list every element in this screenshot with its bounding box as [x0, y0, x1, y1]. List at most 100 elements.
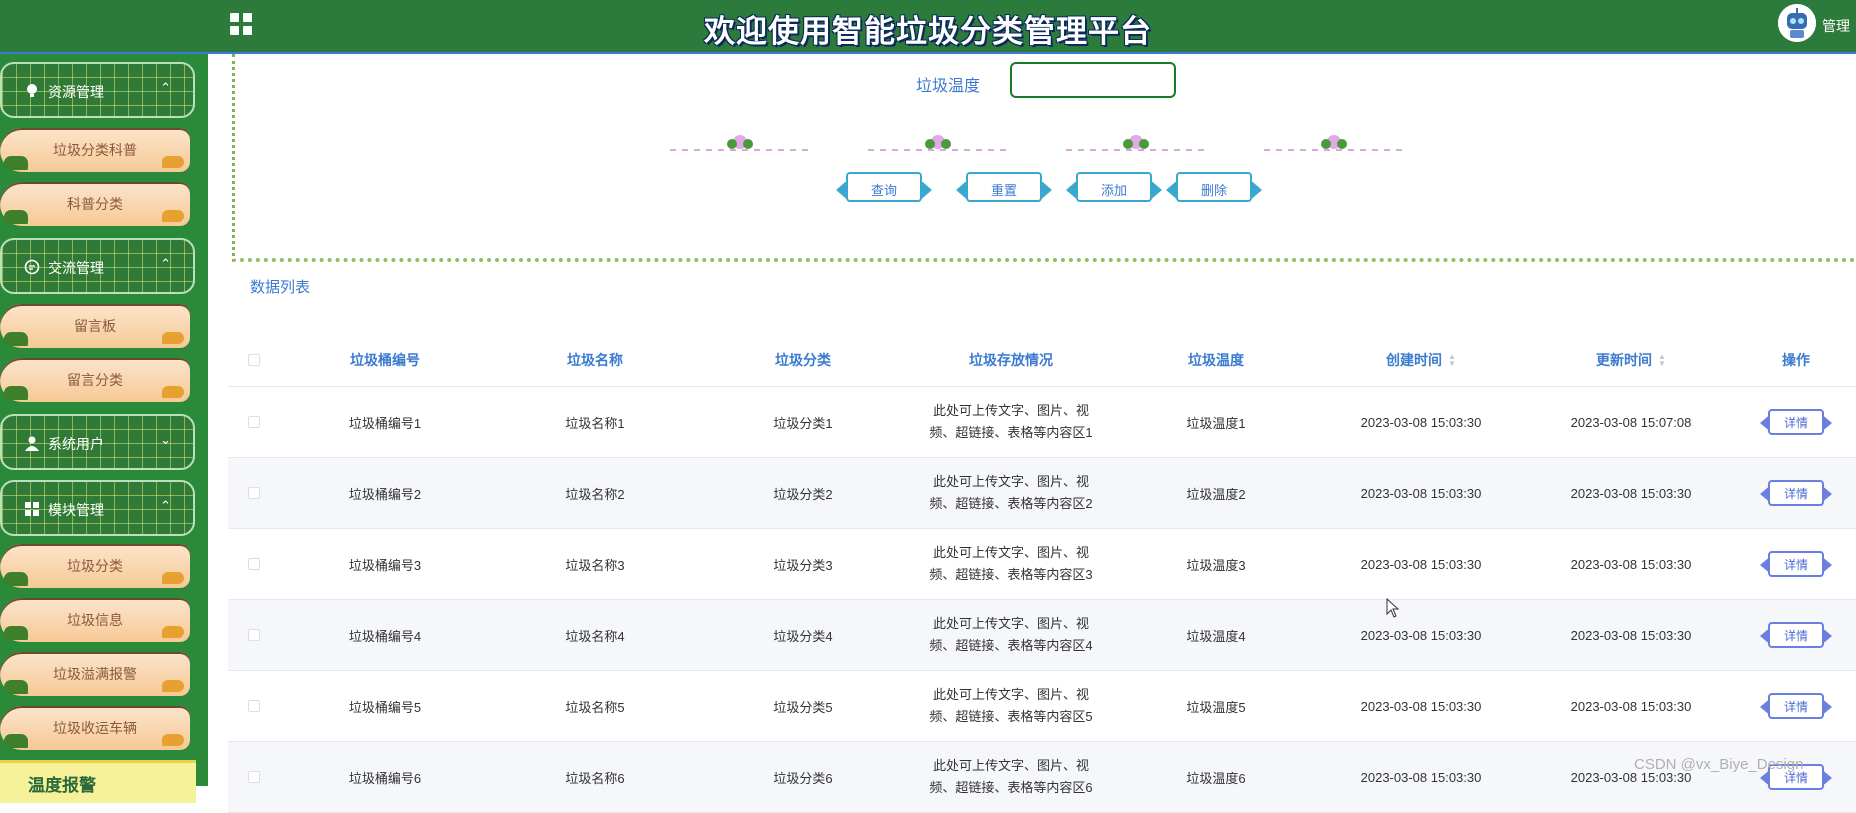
add-button[interactable]: 添加	[1066, 170, 1162, 206]
cell-temperature: 垃圾温度2	[1186, 486, 1246, 502]
sidebar-item-temperature-alarm[interactable]: 温度报警	[0, 760, 196, 803]
table-header-row: 垃圾桶编号 垃圾名称 垃圾分类 垃圾存放情况 垃圾温度 创建时间 ▲ ▼ 更新时间 ▲…	[228, 334, 1856, 387]
sidebar-item[interactable]: 留言板	[0, 304, 190, 348]
cell-updated: 2023-03-08 15:03:30	[1570, 485, 1692, 501]
user-icon	[24, 435, 40, 451]
sidebar-item[interactable]: 垃圾分类科普	[0, 128, 190, 172]
sidebar-item[interactable]: 垃圾收运车辆	[0, 706, 190, 750]
cell-temperature: 垃圾温度6	[1186, 770, 1246, 786]
cell-storage: 此处可上传文字、图片、视频、超链接、表格等内容区3	[929, 545, 1093, 582]
table-row: 垃圾桶编号3 垃圾名称3 垃圾分类3 此处可上传文字、图片、视频、超链接、表格等内容区…	[228, 529, 1856, 600]
sidebar-item[interactable]: 垃圾分类	[0, 544, 190, 588]
table-row: 垃圾桶编号5 垃圾名称5 垃圾分类5 此处可上传文字、图片、视频、超链接、表格等内容区…	[228, 671, 1856, 742]
cell-category: 垃圾分类2	[773, 486, 833, 502]
sidebar-item-label: 垃圾收运车辆	[53, 720, 137, 736]
delete-button-label: 删除	[1200, 183, 1227, 198]
cell-bin-id: 垃圾桶编号6	[348, 770, 422, 786]
data-list-title: 数据列表	[250, 279, 311, 296]
row-checkbox[interactable]	[248, 487, 260, 499]
detail-button[interactable]: 详情	[1760, 620, 1832, 650]
cell-name: 垃圾名称1	[565, 415, 625, 431]
page-title: 欢迎使用智能垃圾分类管理平台	[704, 14, 1152, 49]
sort-caret-icon[interactable]: ▲ ▼	[1658, 353, 1666, 368]
chevron-up-icon[interactable]: ⌄	[160, 432, 171, 448]
cell-category: 垃圾分类6	[773, 770, 833, 786]
user-name[interactable]: 管理	[1822, 16, 1850, 36]
row-checkbox[interactable]	[248, 771, 260, 783]
sidebar-item[interactable]: 垃圾信息	[0, 598, 190, 642]
column-header-category: 垃圾分类	[775, 352, 831, 368]
table-row: 垃圾桶编号6 垃圾名称6 垃圾分类6 此处可上传文字、图片、视频、超链接、表格等内容区…	[228, 742, 1856, 813]
column-header-storage: 垃圾存放情况	[969, 352, 1053, 368]
sidebar-group-label: 模块管理	[48, 502, 104, 518]
reset-button[interactable]: 重置	[956, 170, 1052, 206]
sidebar-item[interactable]: 留言分类	[0, 358, 190, 402]
column-header-temperature: 垃圾温度	[1188, 352, 1244, 368]
sort-caret-icon[interactable]: ▲ ▼	[1448, 353, 1456, 368]
sidebar-group[interactable]: 交流管理 ⌃	[0, 238, 195, 294]
sidebar-item-label: 垃圾溢满报警	[53, 666, 137, 682]
cell-created: 2023-03-08 15:03:30	[1360, 698, 1482, 714]
lightbulb-icon	[24, 83, 40, 99]
column-header-name: 垃圾名称	[567, 352, 623, 368]
sidebar-item[interactable]: 科普分类	[0, 182, 190, 226]
chevron-up-icon[interactable]: ⌃	[160, 498, 171, 514]
cell-updated: 2023-03-08 15:03:30	[1570, 698, 1692, 714]
search-button-label: 查询	[870, 183, 897, 198]
column-header-bin-id: 垃圾桶编号	[350, 352, 420, 368]
column-header-updated[interactable]: 更新时间 ▲ ▼	[1526, 334, 1736, 386]
sidebar-item-label: 垃圾分类科普	[53, 142, 137, 158]
sidebar-group[interactable]: 资源管理 ⌃	[0, 62, 195, 118]
row-checkbox[interactable]	[248, 416, 260, 428]
cell-name: 垃圾名称2	[565, 486, 625, 502]
cell-storage: 此处可上传文字、图片、视频、超链接、表格等内容区2	[929, 474, 1093, 511]
detail-button[interactable]: 详情	[1760, 549, 1832, 579]
temperature-search-input[interactable]	[1010, 62, 1176, 98]
avatar[interactable]	[1778, 4, 1816, 42]
row-checkbox[interactable]	[248, 700, 260, 712]
cell-name: 垃圾名称3	[565, 557, 625, 573]
chat-icon	[24, 259, 40, 275]
cell-category: 垃圾分类3	[773, 557, 833, 573]
add-button-label: 添加	[1100, 183, 1127, 198]
cell-bin-id: 垃圾桶编号3	[348, 557, 422, 573]
cell-created: 2023-03-08 15:03:30	[1360, 627, 1482, 643]
cell-created: 2023-03-08 15:03:30	[1360, 769, 1482, 785]
cell-bin-id: 垃圾桶编号1	[348, 415, 422, 431]
delete-button[interactable]: 删除	[1166, 170, 1262, 206]
cell-temperature: 垃圾温度3	[1186, 557, 1246, 573]
sidebar-group[interactable]: 模块管理 ⌃	[0, 480, 195, 536]
detail-button[interactable]: 详情	[1760, 478, 1832, 508]
sidebar-item-label: 温度报警	[28, 776, 96, 795]
cell-storage: 此处可上传文字、图片、视频、超链接、表格等内容区4	[929, 616, 1093, 653]
sidebar-group-label: 资源管理	[48, 84, 104, 100]
detail-button[interactable]: 详情	[1760, 407, 1832, 437]
chevron-up-icon[interactable]: ⌃	[160, 80, 171, 96]
cell-bin-id: 垃圾桶编号4	[348, 628, 422, 644]
chevron-up-icon[interactable]: ⌃	[160, 256, 171, 272]
row-checkbox[interactable]	[248, 629, 260, 641]
grid-icon	[24, 501, 40, 517]
select-all-checkbox[interactable]	[248, 354, 260, 366]
robot-avatar-icon	[1778, 4, 1816, 42]
table-row: 垃圾桶编号4 垃圾名称4 垃圾分类4 此处可上传文字、图片、视频、超链接、表格等内容区…	[228, 600, 1856, 671]
watermark: CSDN @vx_Biye_Design	[1634, 756, 1804, 773]
detail-button-label: 详情	[1783, 416, 1808, 430]
detail-button[interactable]: 详情	[1760, 691, 1832, 721]
sidebar-item-label: 科普分类	[67, 196, 123, 212]
cell-category: 垃圾分类1	[773, 415, 833, 431]
flower-decoration-icon	[1066, 135, 1206, 151]
sidebar-item[interactable]: 垃圾溢满报警	[0, 652, 190, 696]
data-table: 垃圾桶编号 垃圾名称 垃圾分类 垃圾存放情况 垃圾温度 创建时间 ▲ ▼ 更新时间 ▲…	[228, 334, 1856, 813]
cell-created: 2023-03-08 15:03:30	[1360, 414, 1482, 430]
cell-bin-id: 垃圾桶编号5	[348, 699, 422, 715]
search-button[interactable]: 查询	[836, 170, 932, 206]
flower-decoration-icon	[1264, 135, 1404, 151]
temperature-label: 垃圾温度	[916, 78, 981, 95]
sidebar-item-label: 留言分类	[67, 372, 123, 388]
table-row: 垃圾桶编号2 垃圾名称2 垃圾分类2 此处可上传文字、图片、视频、超链接、表格等内容区…	[228, 458, 1856, 529]
row-checkbox[interactable]	[248, 558, 260, 570]
sidebar-group[interactable]: 系统用户 ⌄	[0, 414, 195, 470]
cell-created: 2023-03-08 15:03:30	[1360, 485, 1482, 501]
column-header-created[interactable]: 创建时间 ▲ ▼	[1316, 334, 1526, 386]
